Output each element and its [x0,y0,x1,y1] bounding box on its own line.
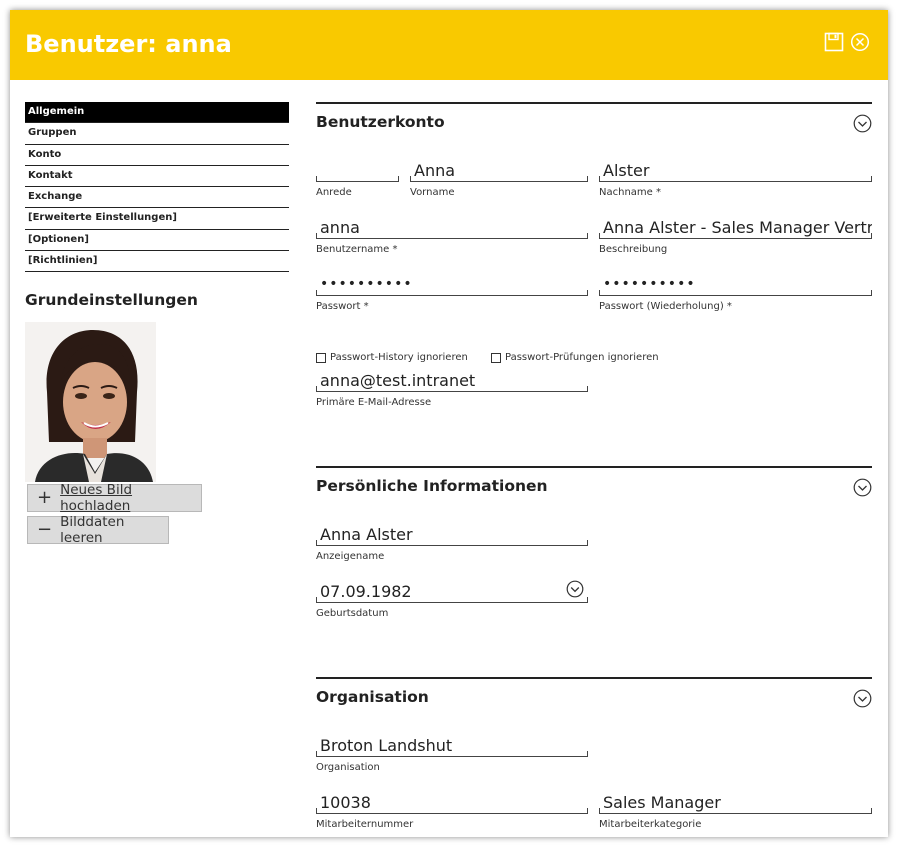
sidebar-item-kontakt[interactable]: Kontakt [25,166,289,188]
ignore-password-checks-checkbox[interactable]: Passwort-Prüfungen ignorieren [491,352,659,363]
sidebar-item-optionen[interactable]: [Optionen] [25,230,289,252]
employee-number-input[interactable]: 10038 [316,792,588,814]
salutation-label: Anrede [316,187,352,198]
firstname-input[interactable]: Anna [410,160,588,182]
ignore-password-history-checkbox[interactable]: Passwort-History ignorieren [316,352,468,363]
organisation-section-header[interactable]: Organisation [316,677,872,717]
sidebar-item-exchange[interactable]: Exchange [25,187,289,209]
ignore-password-history-label: Passwort-History ignorieren [330,352,468,363]
password-repeat-input[interactable]: •••••••••• [599,274,872,296]
organisation-label: Organisation [316,762,380,773]
basic-settings-heading: Grundeinstellungen [25,291,198,309]
close-icon[interactable] [850,32,870,52]
email-label: Primäre E-Mail-Adresse [316,397,432,408]
password-field[interactable]: •••••••••• Passwort * [316,274,588,312]
date-picker-icon[interactable] [566,580,584,598]
ignore-password-checks-label: Passwort-Prüfungen ignorieren [505,352,659,363]
sidebar-nav: Allgemein Gruppen Konto Kontakt Exchange… [25,102,289,273]
email-field[interactable]: anna@test.intranet Primäre E-Mail-Adress… [316,370,588,408]
clear-image-button[interactable]: − Bilddaten leeren [27,514,169,546]
organisation-field[interactable]: Broton Landshut Organisation [316,735,588,773]
checkbox-box[interactable] [316,352,326,363]
salutation-field[interactable]: Anrede [316,160,399,198]
account-section-title: Benutzerkonto [316,113,445,131]
display-name-input[interactable]: Anna Alster [316,524,588,546]
lastname-label: Nachname * [599,187,661,198]
save-icon[interactable] [824,32,844,52]
employee-number-field[interactable]: 10038 Mitarbeiternummer [316,792,588,830]
employee-number-label: Mitarbeiternummer [316,819,414,830]
display-name-label: Anzeigename [316,551,385,562]
lastname-input[interactable]: Alster [599,160,872,182]
sidebar-item-richtlinien[interactable]: [Richtlinien] [25,251,289,273]
upload-image-button[interactable]: + Neues Bild hochladen [27,482,202,514]
chevron-down-icon[interactable] [853,689,872,708]
window-title: Benutzer: anna [25,30,232,58]
organisation-section-title: Organisation [316,688,429,706]
organisation-input[interactable]: Broton Landshut [316,735,588,757]
avatar [25,322,156,482]
lastname-field[interactable]: Alster Nachname * [599,160,872,198]
employee-category-label: Mitarbeiterkategorie [599,819,702,830]
email-input[interactable]: anna@test.intranet [316,370,588,392]
firstname-field[interactable]: Anna Vorname [410,160,588,198]
employee-category-input[interactable]: Sales Manager [599,792,872,814]
description-input[interactable]: Anna Alster - Sales Manager Vertrieb [599,217,872,239]
password-input[interactable]: •••••••••• [316,274,588,296]
plus-icon: + [37,487,53,508]
chevron-down-icon[interactable] [853,478,872,497]
employee-category-field[interactable]: Sales Manager Mitarbeiterkategorie [599,792,872,830]
clear-image-label: Bilddaten leeren [60,514,125,546]
username-label: Benutzername * [316,244,398,255]
firstname-label: Vorname [410,187,455,198]
birthdate-field[interactable]: 07.09.1982 Geburtsdatum [316,580,588,619]
sidebar-item-erweiterte-einstellungen[interactable]: [Erweiterte Einstellungen] [25,208,289,230]
sidebar-item-gruppen[interactable]: Gruppen [25,123,289,145]
account-section-header[interactable]: Benutzerkonto [316,102,872,142]
username-input[interactable]: anna [316,217,588,239]
display-name-field[interactable]: Anna Alster Anzeigename [316,524,588,562]
description-field[interactable]: Anna Alster - Sales Manager Vertrieb Bes… [599,217,872,255]
checkbox-box[interactable] [491,352,501,363]
password-repeat-label: Passwort (Wiederholung) * [599,301,732,312]
birthdate-input[interactable]: 07.09.1982 [316,581,588,603]
description-label: Beschreibung [599,244,668,255]
personal-section-title: Persönliche Informationen [316,477,548,495]
password-repeat-field[interactable]: •••••••••• Passwort (Wiederholung) * [599,274,872,312]
birthdate-label: Geburtsdatum [316,608,389,619]
sidebar-item-konto[interactable]: Konto [25,145,289,166]
title-bar: Benutzer: anna [10,10,888,80]
sidebar-item-allgemein[interactable]: Allgemein [25,102,289,124]
personal-section-header[interactable]: Persönliche Informationen [316,466,872,506]
chevron-down-icon[interactable] [853,114,872,133]
salutation-input[interactable] [316,160,399,182]
minus-icon: − [37,519,53,540]
user-dialog: Benutzer: anna Allgemein Gruppen Konto K… [10,10,888,837]
upload-image-label: Neues Bild hochladen [60,482,133,514]
username-field[interactable]: anna Benutzername * [316,217,588,255]
password-label: Passwort * [316,301,369,312]
